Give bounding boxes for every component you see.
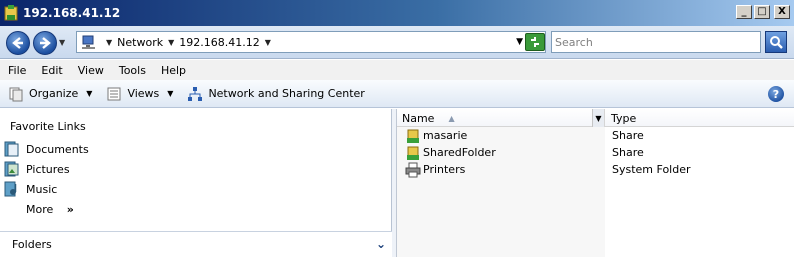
more-favorites-link[interactable]: More » bbox=[26, 203, 74, 216]
favorite-pictures-label: Pictures bbox=[26, 162, 70, 176]
column-header-name[interactable]: Name ▲ ▼ bbox=[397, 109, 605, 127]
menu-tools[interactable]: Tools bbox=[119, 64, 146, 77]
file-list: Name ▲ ▼ Type masarie Share SharedFolder… bbox=[397, 109, 794, 257]
music-icon bbox=[4, 181, 17, 197]
shared-folder-icon bbox=[407, 129, 419, 143]
favorite-pictures[interactable]: Pictures bbox=[4, 161, 70, 177]
folders-bar[interactable]: Folders ⌄ bbox=[0, 231, 392, 257]
favorite-links-heading: Favorite Links bbox=[10, 120, 86, 133]
column-header-row: Name ▲ ▼ Type bbox=[397, 109, 794, 127]
menu-view[interactable]: View bbox=[78, 64, 104, 77]
network-sharing-center-button[interactable]: Network and Sharing Center bbox=[187, 86, 365, 102]
chevron-down-icon: ⌄ bbox=[375, 237, 386, 251]
item-name: masarie bbox=[423, 129, 468, 142]
menu-bar: File Edit View Tools Help bbox=[0, 60, 794, 80]
search-icon bbox=[770, 36, 783, 49]
back-arrow-icon bbox=[12, 37, 23, 49]
views-label: Views bbox=[127, 87, 160, 100]
window-title: 192.168.41.12 bbox=[23, 6, 121, 20]
organize-label: Organize bbox=[29, 87, 79, 100]
column-filter-dropdown-icon[interactable]: ▼ bbox=[592, 109, 604, 127]
favorite-documents[interactable]: Documents bbox=[4, 141, 89, 157]
forward-arrow-icon bbox=[40, 37, 51, 49]
sort-ascending-icon: ▲ bbox=[448, 113, 455, 123]
item-type: Share bbox=[612, 146, 644, 159]
column-type-label: Type bbox=[611, 111, 637, 125]
pictures-icon bbox=[4, 161, 19, 177]
address-row: ▼ ▼ Network ▼ 192.168.41.12 ▼ ▼ Search bbox=[0, 26, 794, 59]
favorite-music-label: Music bbox=[26, 182, 58, 196]
breadcrumb-arrow-icon[interactable]: ▼ bbox=[265, 38, 271, 47]
maximize-button[interactable]: □ bbox=[754, 5, 770, 19]
item-type: System Folder bbox=[612, 163, 691, 176]
list-item[interactable]: SharedFolder Share bbox=[397, 144, 794, 161]
breadcrumb-network[interactable]: Network bbox=[117, 36, 163, 49]
shared-folder-icon bbox=[4, 5, 18, 21]
search-button[interactable] bbox=[765, 31, 787, 53]
address-bar[interactable]: ▼ Network ▼ 192.168.41.12 ▼ ▼ bbox=[76, 31, 546, 53]
navigation-pane: Favorite Links Documents Pictures Music … bbox=[0, 109, 392, 257]
column-header-type[interactable]: Type bbox=[605, 109, 794, 127]
forward-button[interactable] bbox=[33, 31, 57, 55]
folders-label: Folders bbox=[12, 238, 52, 251]
organize-button[interactable]: Organize ▼ bbox=[8, 86, 92, 102]
printer-icon bbox=[405, 162, 421, 177]
menu-file[interactable]: File bbox=[8, 64, 26, 77]
list-item[interactable]: Printers System Folder bbox=[397, 161, 794, 178]
network-icon bbox=[82, 35, 95, 49]
organize-dropdown-icon: ▼ bbox=[86, 89, 93, 98]
recent-pages-dropdown-icon[interactable]: ▼ bbox=[59, 38, 65, 47]
network-sharing-icon bbox=[188, 86, 203, 101]
search-input[interactable]: Search bbox=[551, 31, 761, 53]
more-chevron-icon: » bbox=[66, 203, 74, 216]
address-history-dropdown-icon[interactable]: ▼ bbox=[516, 37, 523, 47]
documents-icon bbox=[4, 141, 19, 157]
organize-icon bbox=[9, 87, 23, 101]
menu-edit[interactable]: Edit bbox=[41, 64, 62, 77]
breadcrumb-host[interactable]: 192.168.41.12 bbox=[179, 36, 259, 49]
shared-folder-icon bbox=[407, 146, 419, 160]
help-button[interactable]: ? bbox=[768, 86, 784, 102]
refresh-button[interactable] bbox=[525, 33, 545, 51]
views-button[interactable]: Views ▼ bbox=[106, 86, 173, 102]
command-bar: Organize ▼ Views ▼ Network and Sharing C… bbox=[0, 80, 794, 108]
menu-help[interactable]: Help bbox=[161, 64, 186, 77]
breadcrumb-arrow-icon[interactable]: ▼ bbox=[168, 38, 174, 47]
minimize-button[interactable]: _ bbox=[736, 5, 752, 19]
item-name: Printers bbox=[423, 163, 466, 176]
more-label: More bbox=[26, 203, 54, 216]
breadcrumb-arrow-icon[interactable]: ▼ bbox=[106, 38, 112, 47]
column-name-label: Name bbox=[402, 111, 435, 125]
back-button[interactable] bbox=[6, 31, 30, 55]
views-dropdown-icon: ▼ bbox=[167, 89, 174, 98]
item-name: SharedFolder bbox=[423, 146, 496, 159]
favorite-documents-label: Documents bbox=[26, 142, 89, 156]
item-type: Share bbox=[612, 129, 644, 142]
network-sharing-label: Network and Sharing Center bbox=[208, 87, 365, 100]
views-icon bbox=[107, 87, 121, 100]
favorite-music[interactable]: Music bbox=[4, 181, 57, 197]
refresh-icon bbox=[531, 37, 539, 47]
title-bar[interactable]: 192.168.41.12 _ □ X bbox=[0, 0, 794, 26]
close-button[interactable]: X bbox=[774, 5, 790, 19]
list-item[interactable]: masarie Share bbox=[397, 127, 794, 144]
